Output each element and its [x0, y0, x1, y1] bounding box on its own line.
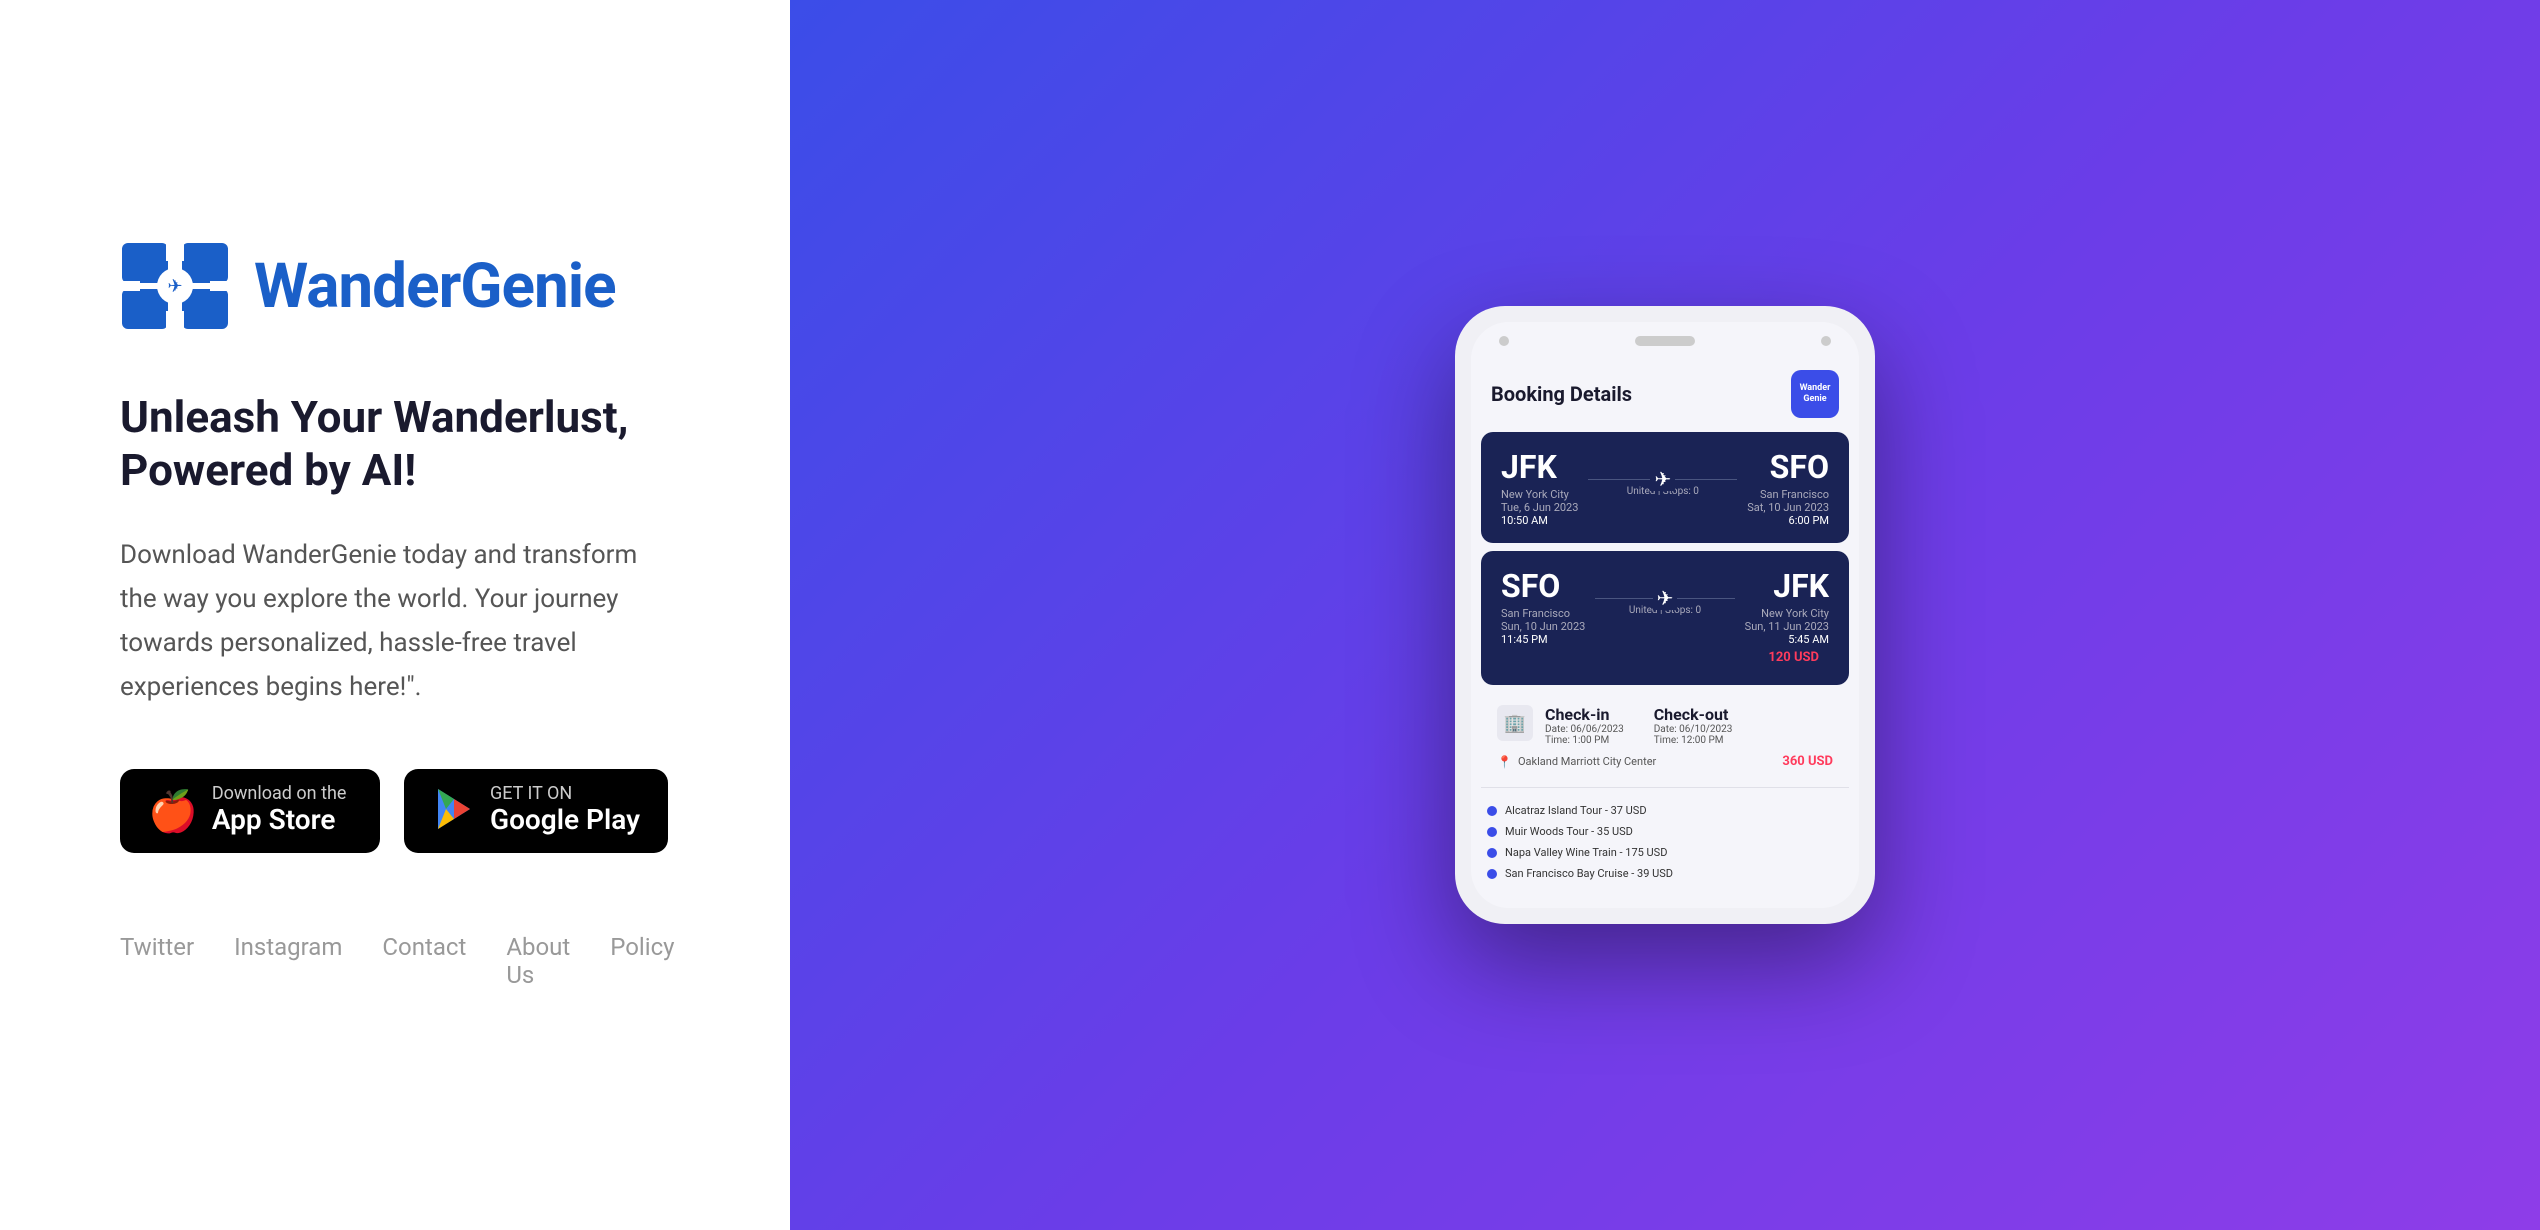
hotel-price: 360 USD: [1782, 754, 1833, 769]
from-city-2: San Francisco: [1501, 607, 1585, 620]
from-airport-1: JFK New York City Tue, 6 Jun 2023 10:50 …: [1501, 448, 1578, 527]
headline: Unleash Your Wanderlust, Powered by AI!: [120, 391, 670, 497]
policy-link[interactable]: Policy: [610, 933, 674, 989]
checkin-block: Check-in Date: 06/06/2023 Time: 1:00 PM: [1545, 705, 1624, 746]
hotel-location-text: Oakland Marriott City Center: [1518, 755, 1656, 768]
location-pin-icon: 📍: [1497, 755, 1512, 769]
instagram-link[interactable]: Instagram: [234, 933, 342, 989]
checkin-title: Check-in: [1545, 705, 1624, 724]
app-header: Booking Details WanderGenie: [1471, 360, 1859, 432]
app-store-button[interactable]: 🍎 Download on the App Store: [120, 769, 380, 853]
to-airport-1: SFO San Francisco Sat, 10 Jun 2023 6:00 …: [1747, 448, 1829, 527]
checkin-date: Date: 06/06/2023: [1545, 724, 1624, 735]
left-panel: ✈ WanderGenie Unleash Your Wanderlust, P…: [0, 0, 790, 1230]
checkin-time: Time: 1:00 PM: [1545, 735, 1624, 746]
activity-text-0: Alcatraz Island Tour - 37 USD: [1505, 804, 1647, 817]
phone-bottom-space: [1471, 892, 1859, 908]
plane-icon-2: ✈: [1653, 586, 1678, 610]
to-time-1: 6:00 PM: [1747, 514, 1829, 527]
description: Download WanderGenie today and transform…: [120, 533, 670, 710]
logo-text: WanderGenie: [254, 250, 616, 323]
logo-icon: ✈: [120, 241, 230, 331]
about-us-link[interactable]: About Us: [506, 933, 570, 989]
app-logo-small: WanderGenie: [1791, 370, 1839, 418]
to-city-1: San Francisco: [1747, 488, 1829, 501]
flight2-price: 120 USD: [1501, 646, 1829, 669]
checkout-time: Time: 12:00 PM: [1654, 735, 1733, 746]
hotel-location-row: 📍 Oakland Marriott City Center 360 USD: [1497, 754, 1833, 769]
google-play-small-text: GET IT ON: [490, 785, 640, 803]
pin-dot-2: [1487, 848, 1497, 858]
pin-dot-1: [1487, 827, 1497, 837]
hotel-icon: 🏢: [1497, 705, 1533, 741]
logo-area: ✈ WanderGenie: [120, 241, 670, 331]
checkout-title: Check-out: [1654, 705, 1733, 724]
flight-row-2: SFO San Francisco Sun, 10 Jun 2023 11:45…: [1501, 567, 1829, 646]
to-city-2: New York City: [1745, 607, 1829, 620]
to-date-1: Sat, 10 Jun 2023: [1747, 501, 1829, 514]
divider: [1481, 787, 1849, 788]
checkin-checkout: Check-in Date: 06/06/2023 Time: 1:00 PM …: [1545, 705, 1833, 746]
store-buttons: 🍎 Download on the App Store GET IT ON Go…: [120, 769, 670, 853]
app-store-small-text: Download on the: [212, 785, 347, 803]
phone-dot-left: [1499, 336, 1509, 346]
checkout-block: Check-out Date: 06/10/2023 Time: 12:00 P…: [1654, 705, 1733, 746]
activity-text-1: Muir Woods Tour - 35 USD: [1505, 825, 1633, 838]
google-play-icon: [432, 789, 476, 833]
svg-text:✈: ✈: [167, 276, 182, 297]
from-airport-2: SFO San Francisco Sun, 10 Jun 2023 11:45…: [1501, 567, 1585, 646]
twitter-link[interactable]: Twitter: [120, 933, 194, 989]
activity-list: Alcatraz Island Tour - 37 USD Muir Woods…: [1471, 792, 1859, 892]
to-time-2: 5:45 AM: [1745, 633, 1829, 646]
phone-mockup: Booking Details WanderGenie JFK New York…: [1455, 306, 1875, 924]
phone-top-bar: [1471, 322, 1859, 360]
checkout-date: Date: 06/10/2023: [1654, 724, 1733, 735]
phone-speaker: [1635, 336, 1695, 346]
from-code-1: JFK: [1501, 448, 1578, 486]
booking-title: Booking Details: [1491, 382, 1632, 406]
right-panel: Booking Details WanderGenie JFK New York…: [790, 0, 2540, 1230]
flight-card-1: JFK New York City Tue, 6 Jun 2023 10:50 …: [1481, 432, 1849, 543]
from-date-2: Sun, 10 Jun 2023: [1501, 620, 1585, 633]
from-date-1: Tue, 6 Jun 2023: [1501, 501, 1578, 514]
to-date-2: Sun, 11 Jun 2023: [1745, 620, 1829, 633]
pin-dot-0: [1487, 806, 1497, 816]
plane-area-2: ✈ United | Stops: 0: [1595, 598, 1734, 616]
activity-text-3: San Francisco Bay Cruise - 39 USD: [1505, 867, 1673, 880]
footer-links: Twitter Instagram Contact About Us Polic…: [120, 933, 670, 989]
activity-item-2: Napa Valley Wine Train - 175 USD: [1487, 842, 1843, 863]
google-play-large-text: Google Play: [490, 803, 640, 837]
from-time-1: 10:50 AM: [1501, 514, 1578, 527]
app-store-large-text: App Store: [212, 803, 347, 837]
activity-item-3: San Francisco Bay Cruise - 39 USD: [1487, 863, 1843, 884]
phone-screen: Booking Details WanderGenie JFK New York…: [1471, 322, 1859, 908]
activity-item-0: Alcatraz Island Tour - 37 USD: [1487, 800, 1843, 821]
google-play-text-area: GET IT ON Google Play: [490, 785, 640, 837]
app-store-text-area: Download on the App Store: [212, 785, 347, 837]
flight-card-2: SFO San Francisco Sun, 10 Jun 2023 11:45…: [1481, 551, 1849, 685]
to-code-2: JFK: [1745, 567, 1829, 605]
to-airport-2: JFK New York City Sun, 11 Jun 2023 5:45 …: [1745, 567, 1829, 646]
activity-text-2: Napa Valley Wine Train - 175 USD: [1505, 846, 1667, 859]
google-play-button[interactable]: GET IT ON Google Play: [404, 769, 668, 853]
plane-area-1: ✈ United | Stops: 0: [1588, 479, 1737, 497]
from-code-2: SFO: [1501, 567, 1585, 605]
pin-dot-3: [1487, 869, 1497, 879]
flight-row-1: JFK New York City Tue, 6 Jun 2023 10:50 …: [1501, 448, 1829, 527]
phone-dot-right: [1821, 336, 1831, 346]
plane-icon-1: ✈: [1650, 467, 1675, 491]
contact-link[interactable]: Contact: [382, 933, 466, 989]
activity-item-1: Muir Woods Tour - 35 USD: [1487, 821, 1843, 842]
hotel-header: 🏢 Check-in Date: 06/06/2023 Time: 1:00 P…: [1497, 705, 1833, 746]
plane-line-2: ✈: [1595, 598, 1734, 599]
from-city-1: New York City: [1501, 488, 1578, 501]
plane-line-1: ✈: [1588, 479, 1737, 480]
apple-icon: 🍎: [148, 788, 198, 835]
from-time-2: 11:45 PM: [1501, 633, 1585, 646]
to-code-1: SFO: [1747, 448, 1829, 486]
hotel-card: 🏢 Check-in Date: 06/06/2023 Time: 1:00 P…: [1481, 693, 1849, 781]
